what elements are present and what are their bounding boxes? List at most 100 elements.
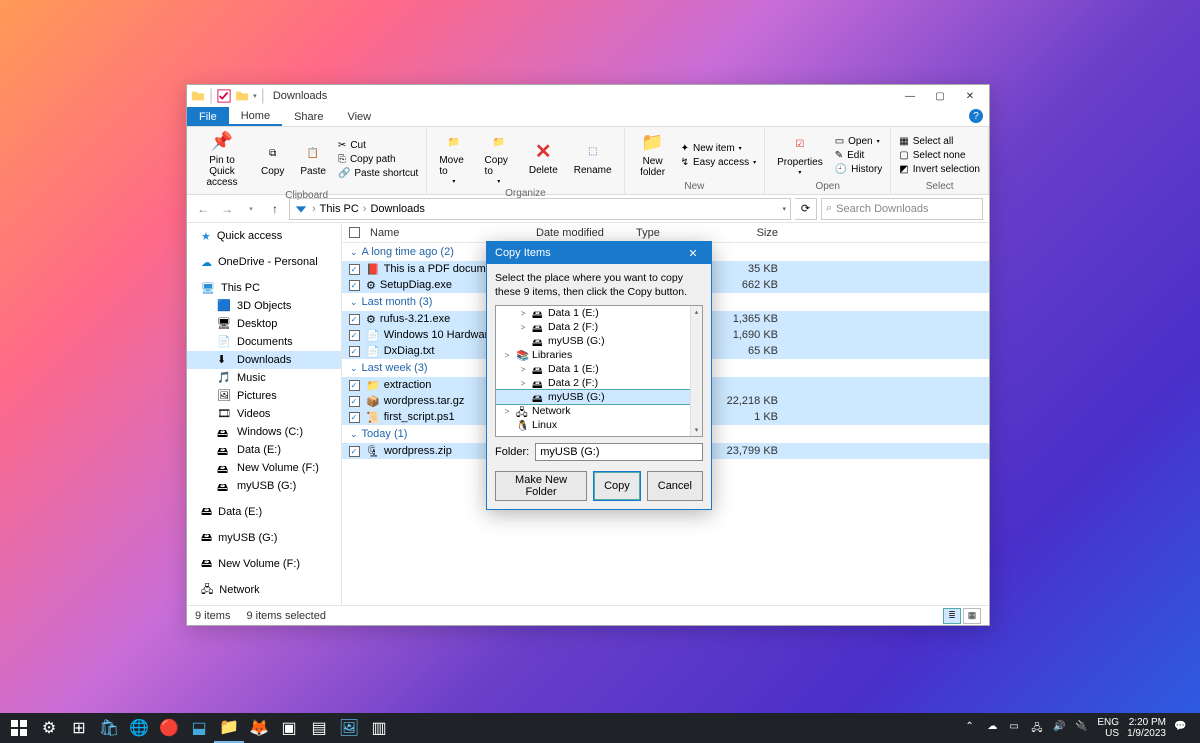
tray-volume-icon[interactable]: 🔊: [1053, 721, 1067, 735]
expand-icon[interactable]: >: [518, 379, 528, 388]
nav-documents[interactable]: 📄Documents: [187, 333, 341, 351]
expand-icon[interactable]: >: [502, 407, 512, 416]
col-size[interactable]: Size: [724, 227, 786, 239]
easy-access-button[interactable]: ↯Easy access▾: [679, 156, 759, 169]
nav-data-e-[interactable]: 🖴Data (E:): [187, 441, 341, 459]
recent-button[interactable]: ▾: [241, 199, 261, 219]
nav-music[interactable]: 🎵Music: [187, 369, 341, 387]
taskbar-explorer[interactable]: 📁: [214, 713, 244, 743]
move-to-button[interactable]: 📁Move to▾: [433, 129, 474, 188]
taskbar-taskview[interactable]: ⊞: [64, 713, 94, 743]
tray-notifications-icon[interactable]: 💬: [1174, 721, 1188, 735]
refresh-button[interactable]: ⟳: [795, 198, 817, 220]
cancel-button[interactable]: Cancel: [647, 471, 703, 501]
maximize-button[interactable]: ▢: [925, 85, 955, 107]
row-checkbox[interactable]: [349, 314, 360, 325]
breadcrumb-downloads[interactable]: Downloads: [370, 203, 424, 215]
details-view-button[interactable]: ≣: [943, 608, 961, 624]
row-checkbox[interactable]: [349, 346, 360, 357]
select-none-button[interactable]: ▢Select none: [897, 149, 982, 162]
column-headers[interactable]: Name Date modified Type Size: [342, 223, 989, 243]
paste-shortcut-button[interactable]: 🔗Paste shortcut: [336, 167, 420, 180]
breadcrumb-dropdown-icon[interactable]: ▾: [782, 205, 786, 213]
nav-windows-c-[interactable]: 🖴Windows (C:): [187, 423, 341, 441]
tree-item[interactable]: 🖴myUSB (G:): [496, 390, 702, 404]
taskbar-settings[interactable]: ⚙: [34, 713, 64, 743]
nav-downloads[interactable]: ⬇Downloads: [187, 351, 341, 369]
expand-icon[interactable]: >: [518, 365, 528, 374]
tray-onedrive-icon[interactable]: ☁: [987, 721, 1001, 735]
folder-tree[interactable]: >🖴Data 1 (E:)>🖴Data 2 (F:)🖴myUSB (G:)>📚L…: [495, 305, 703, 437]
qat-dropdown-icon[interactable]: ▾: [253, 92, 257, 100]
paste-button[interactable]: 📋 Paste: [294, 140, 332, 179]
nav-myusb[interactable]: 🖴myUSB (G:): [187, 529, 341, 547]
expand-icon[interactable]: >: [518, 323, 528, 332]
make-new-folder-button[interactable]: Make New Folder: [495, 471, 587, 501]
tree-item[interactable]: >🖴Data 2 (F:): [496, 320, 702, 334]
up-button[interactable]: ↑: [265, 199, 285, 219]
select-all-checkbox[interactable]: [349, 227, 360, 238]
tree-item[interactable]: >🖧Network: [496, 404, 702, 418]
tree-item[interactable]: >🖴Data 1 (E:): [496, 306, 702, 320]
share-tab[interactable]: Share: [282, 107, 335, 126]
nav-new-volume[interactable]: 🖴New Volume (F:): [187, 555, 341, 573]
copy-path-button[interactable]: ⎘Copy path: [336, 153, 420, 166]
taskbar-photos[interactable]: 🖼: [334, 713, 364, 743]
tray-chevron-icon[interactable]: ⌃: [965, 721, 979, 735]
forward-button[interactable]: →: [217, 199, 237, 219]
open-button[interactable]: ▭Open▾: [833, 135, 885, 148]
row-checkbox[interactable]: [349, 396, 360, 407]
checkbox-icon[interactable]: [217, 89, 231, 103]
tray-language[interactable]: ENGUS: [1097, 717, 1119, 740]
taskbar-vscode[interactable]: ⬓: [184, 713, 214, 743]
tray-clock[interactable]: 2:20 PM1/9/2023: [1127, 717, 1166, 740]
nav-videos[interactable]: 🎞Videos: [187, 405, 341, 423]
dialog-titlebar[interactable]: Copy Items ✕: [487, 242, 711, 264]
expand-icon[interactable]: >: [502, 351, 512, 360]
search-input[interactable]: ⌕ Search Downloads: [821, 198, 983, 220]
edit-button[interactable]: ✎Edit: [833, 149, 885, 162]
taskbar-app2[interactable]: ▤: [304, 713, 334, 743]
select-all-button[interactable]: ▦Select all: [897, 135, 982, 148]
system-tray[interactable]: ⌃ ☁ ▭ 🖧 🔊 🔌 ENGUS 2:20 PM1/9/2023 💬: [965, 717, 1196, 740]
back-button[interactable]: ←: [193, 199, 213, 219]
taskbar-app1[interactable]: ▣: [274, 713, 304, 743]
rename-button[interactable]: ⬚Rename: [568, 139, 618, 178]
tree-item[interactable]: 🖴myUSB (G:): [496, 334, 702, 348]
close-button[interactable]: ✕: [955, 85, 985, 107]
row-checkbox[interactable]: [349, 446, 360, 457]
col-name[interactable]: Name: [366, 227, 536, 239]
tray-power-icon[interactable]: 🔌: [1075, 721, 1089, 735]
folder-input[interactable]: [535, 443, 703, 461]
cut-button[interactable]: ✂Cut: [336, 139, 420, 152]
tray-app-icon[interactable]: ▭: [1009, 721, 1023, 735]
nav-new-volume-f-[interactable]: 🖴New Volume (F:): [187, 459, 341, 477]
breadcrumb-this-pc[interactable]: This PC: [320, 203, 359, 215]
tree-item[interactable]: >📚Libraries: [496, 348, 702, 362]
dialog-close-button[interactable]: ✕: [683, 247, 703, 260]
nav-this-pc[interactable]: 🖥This PC: [187, 279, 341, 297]
new-item-button[interactable]: ✦New item▾: [679, 142, 759, 155]
row-checkbox[interactable]: [349, 280, 360, 291]
tray-network-icon[interactable]: 🖧: [1031, 721, 1045, 735]
history-button[interactable]: 🕘History: [833, 163, 885, 176]
invert-selection-button[interactable]: ◩Invert selection: [897, 163, 982, 176]
col-date[interactable]: Date modified: [536, 227, 636, 239]
nav-desktop[interactable]: 🖥Desktop: [187, 315, 341, 333]
start-button[interactable]: [4, 713, 34, 743]
taskbar-firefox[interactable]: 🦊: [244, 713, 274, 743]
large-icons-view-button[interactable]: ▦: [963, 608, 981, 624]
nav-data-e[interactable]: 🖴Data (E:): [187, 503, 341, 521]
help-button[interactable]: ?: [969, 109, 983, 123]
minimize-button[interactable]: —: [895, 85, 925, 107]
scrollbar[interactable]: ▴▾: [690, 306, 702, 436]
nav-onedrive[interactable]: ☁OneDrive - Personal: [187, 253, 341, 271]
breadcrumb[interactable]: › This PC › Downloads ▾: [289, 198, 791, 220]
folder-icon[interactable]: [235, 89, 249, 103]
row-checkbox[interactable]: [349, 330, 360, 341]
row-checkbox[interactable]: [349, 264, 360, 275]
nav-network[interactable]: 🖧Network: [187, 581, 341, 599]
new-folder-button[interactable]: 📁New folder: [631, 130, 675, 180]
taskbar-chrome[interactable]: 🔴: [154, 713, 184, 743]
properties-button[interactable]: ☑Properties▾: [771, 131, 829, 179]
